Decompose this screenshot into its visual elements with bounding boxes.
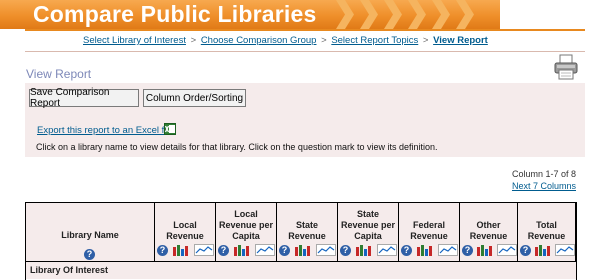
column-header-label: Total Revenue [527, 220, 566, 241]
column-range-text: Column 1-7 of 8 [511, 169, 576, 179]
table-row-library-of-interest: Library Of Interest [26, 261, 576, 279]
bar-chart-icon[interactable] [233, 244, 253, 256]
column-header-local-revenue-per-capita: Local Revenue per Capita ? [216, 203, 277, 261]
column-header-label: Local Revenue per Capita [218, 209, 274, 241]
report-table: Library Name ? Local Revenue ? Local Rev… [25, 202, 577, 280]
breadcrumb-view-report[interactable]: View Report [433, 35, 488, 46]
column-header-total-revenue: Total Revenue ? [518, 203, 576, 261]
printer-icon[interactable] [553, 53, 579, 81]
question-mark-icon[interactable]: ? [84, 249, 95, 260]
column-header-label: State Revenue [288, 220, 326, 241]
question-mark-icon[interactable]: ? [520, 245, 531, 256]
column-header-other-revenue: Other Revenue ? [460, 203, 518, 261]
column-header-local-revenue: Local Revenue ? [155, 203, 216, 261]
line-chart-icon[interactable] [316, 244, 336, 256]
column-header-federal-revenue: Federal Revenue ? [399, 203, 460, 261]
save-comparison-report-button[interactable]: Save Comparison Report [29, 87, 139, 109]
line-chart-icon[interactable] [438, 244, 458, 256]
column-header-label: Federal Revenue [410, 220, 448, 241]
divider [25, 51, 585, 52]
breadcrumb-choose-comparison-group[interactable]: Choose Comparison Group [201, 35, 317, 46]
line-chart-icon[interactable] [497, 244, 517, 256]
chevron-decoration [336, 0, 354, 29]
excel-icon[interactable] [164, 123, 176, 135]
breadcrumb-select-library[interactable]: Select Library of Interest [83, 35, 186, 46]
question-mark-icon[interactable]: ? [157, 245, 168, 256]
column-header-library-name: Library Name ? [26, 203, 155, 261]
column-header-state-revenue: State Revenue ? [277, 203, 338, 261]
question-mark-icon[interactable]: ? [401, 245, 412, 256]
column-order-sorting-button[interactable]: Column Order/Sorting [143, 89, 246, 107]
question-mark-icon[interactable]: ? [462, 245, 473, 256]
line-chart-icon[interactable] [555, 244, 575, 256]
banner-title: Compare Public Libraries [33, 1, 317, 27]
chevron-decoration [408, 0, 426, 29]
column-header-state-revenue-per-capita: State Revenue per Capita ? [338, 203, 399, 261]
bar-chart-icon[interactable] [416, 244, 436, 256]
bar-chart-icon[interactable] [355, 244, 375, 256]
question-mark-icon[interactable]: ? [218, 245, 229, 256]
action-panel: Save Comparison Report Column Order/Sort… [25, 83, 585, 157]
column-header-label: Local Revenue [166, 220, 204, 241]
chevron-decoration [384, 0, 402, 29]
breadcrumb-separator: > [422, 35, 429, 46]
column-header-label: Other Revenue [469, 220, 508, 241]
bar-chart-icon[interactable] [172, 244, 192, 256]
page-title: View Report [26, 67, 92, 81]
bar-chart-icon[interactable] [534, 244, 554, 256]
bar-chart-icon[interactable] [476, 244, 496, 256]
next-columns-link[interactable]: Next 7 Columns [512, 181, 576, 191]
breadcrumb-separator: > [190, 35, 197, 46]
chevron-decoration [432, 0, 450, 29]
column-header-label: State Revenue per Capita [340, 209, 396, 241]
breadcrumb-select-report-topics[interactable]: Select Report Topics [331, 35, 418, 46]
breadcrumb: Select Library of Interest > Choose Comp… [83, 35, 488, 46]
chevron-decoration [360, 0, 378, 29]
line-chart-icon[interactable] [255, 244, 275, 256]
question-mark-icon[interactable]: ? [340, 245, 351, 256]
instructions-text: Click on a library name to view details … [36, 142, 438, 152]
question-mark-icon[interactable]: ? [279, 245, 290, 256]
banner: Compare Public Libraries [0, 0, 500, 29]
export-excel-link[interactable]: Export this report to an Excel file [37, 125, 174, 136]
line-chart-icon[interactable] [194, 244, 214, 256]
breadcrumb-separator: > [321, 35, 327, 46]
banner-underline [25, 29, 585, 31]
bar-chart-icon[interactable] [294, 244, 314, 256]
chevron-decoration [456, 0, 474, 29]
line-chart-icon[interactable] [377, 244, 397, 256]
column-header-label: Library Name [61, 230, 119, 240]
